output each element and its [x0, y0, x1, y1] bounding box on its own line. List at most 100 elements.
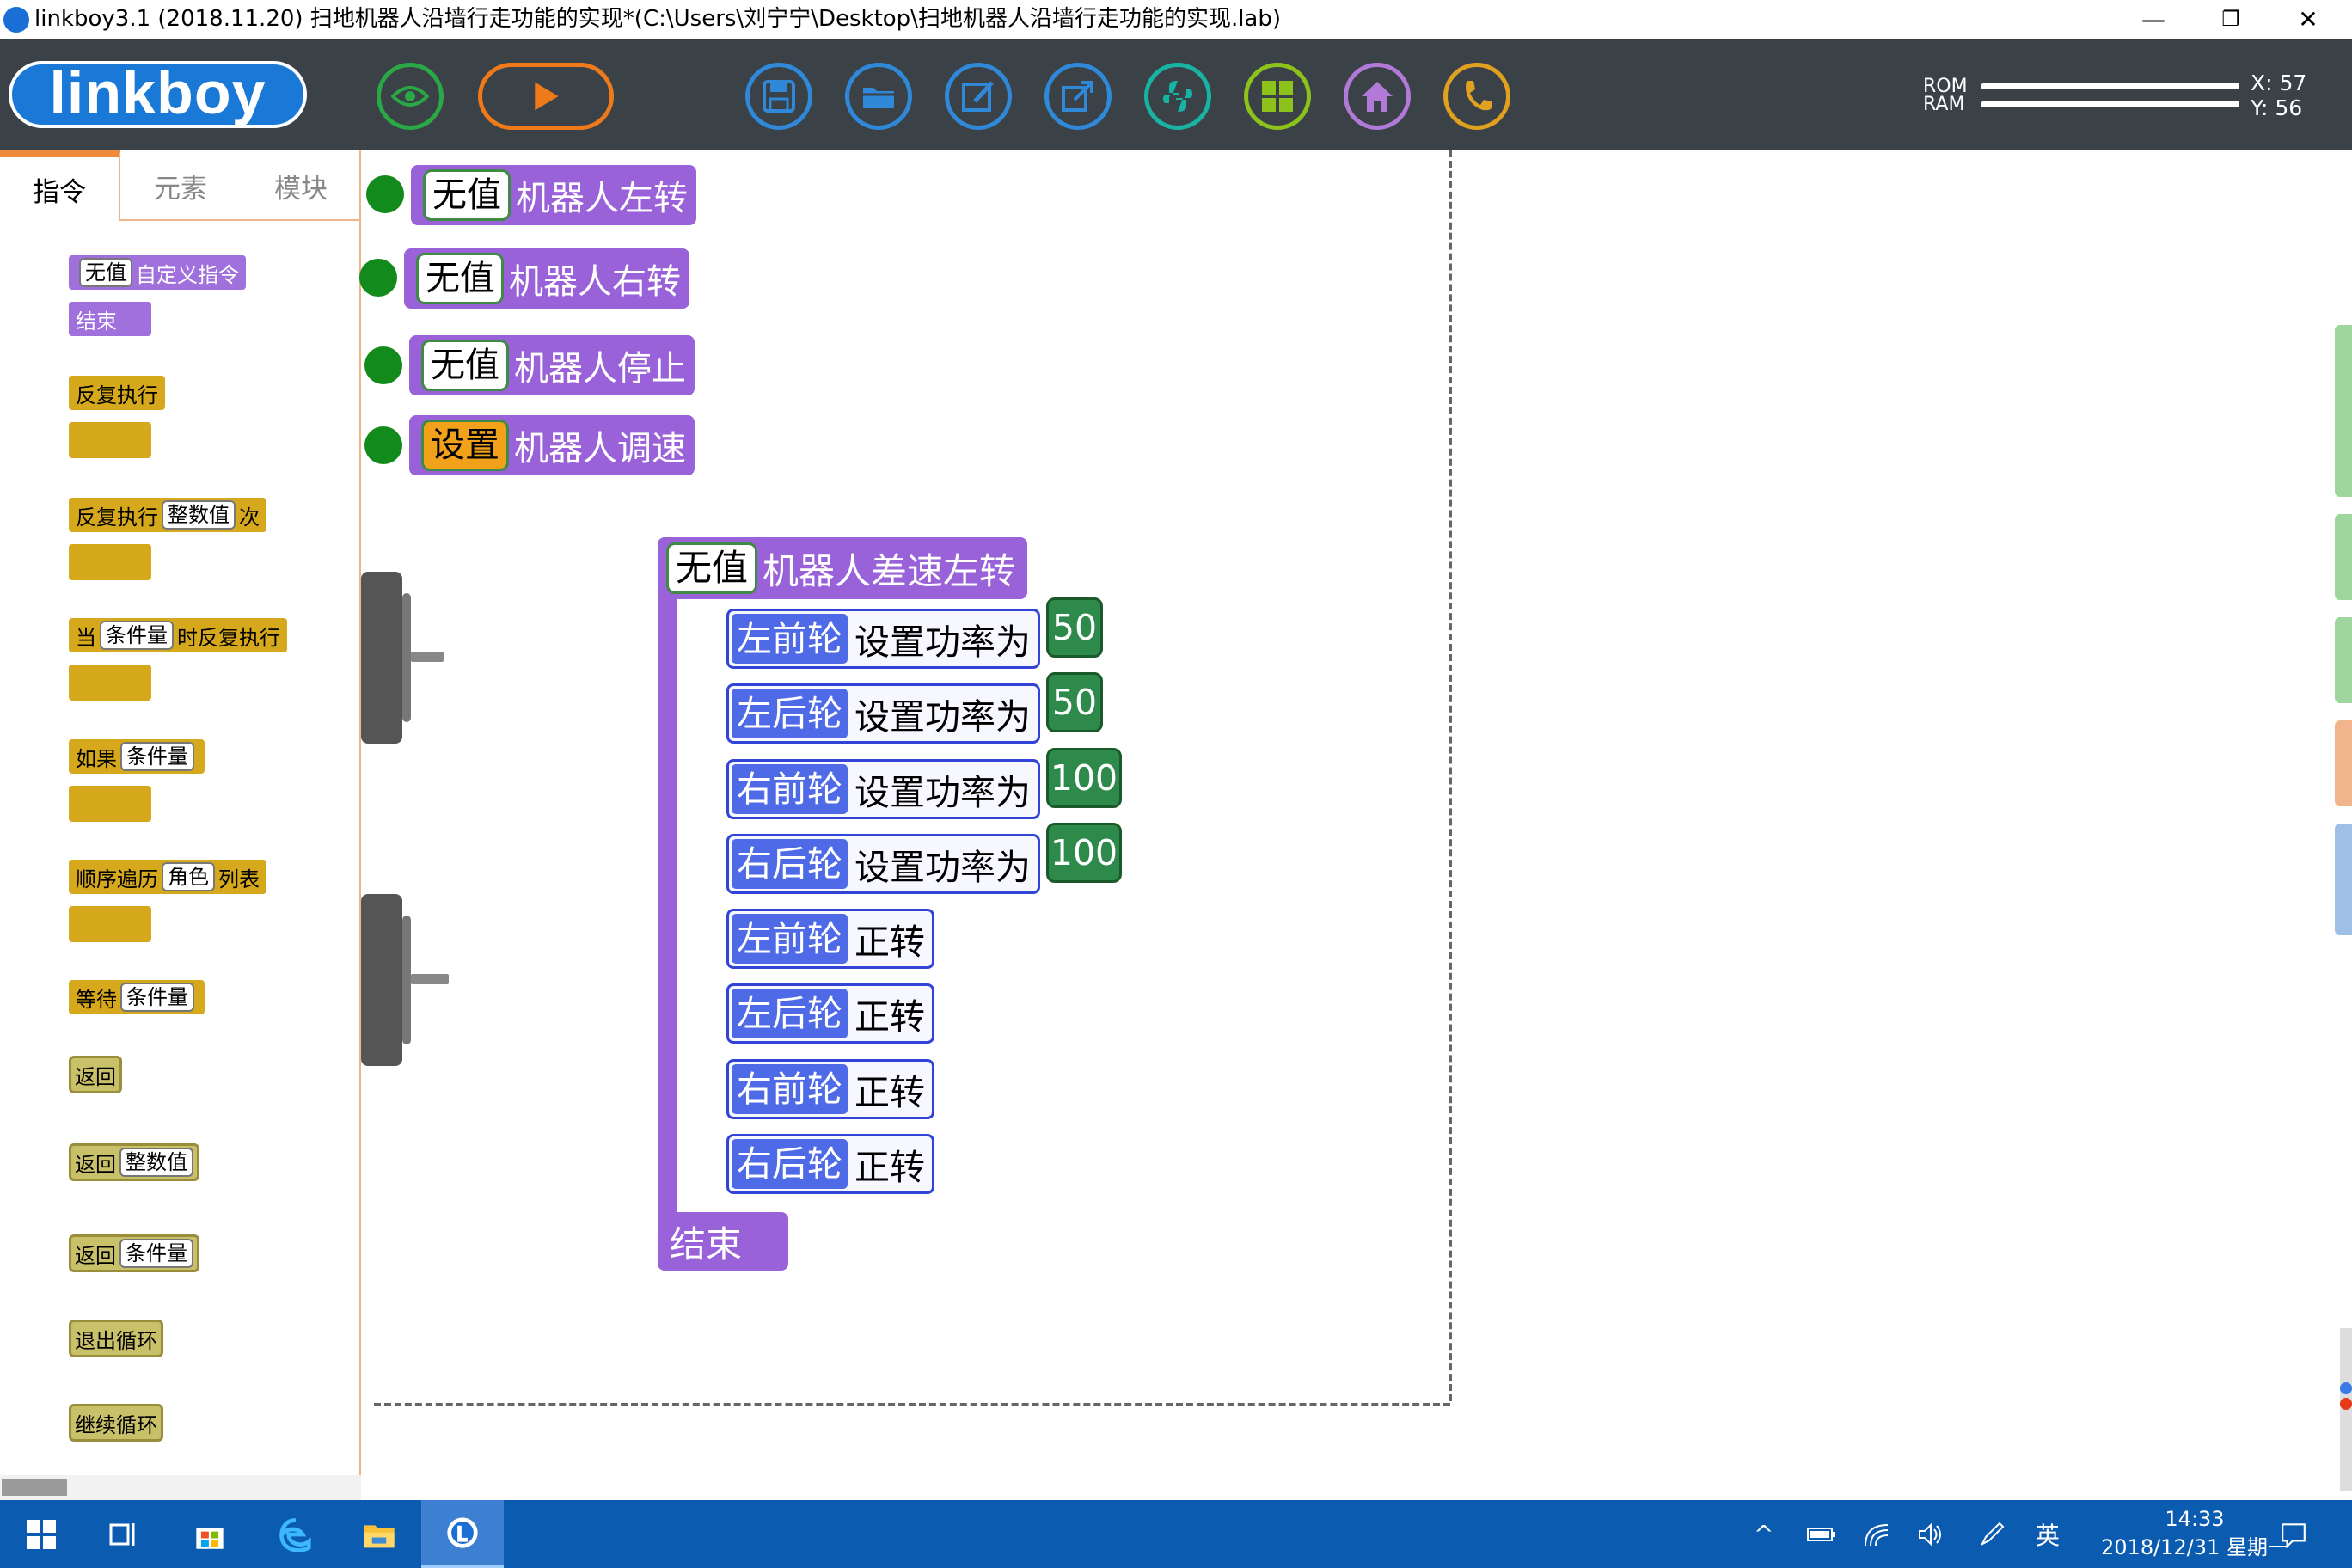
number-value-block[interactable]: 50: [1046, 597, 1103, 658]
restore-button[interactable]: ❐: [2192, 0, 2269, 39]
event-breakpoint-dot[interactable]: [364, 426, 402, 464]
event-block[interactable]: 无值 机器人右转: [404, 248, 689, 309]
event-label: 机器人左转: [516, 179, 688, 218]
return-integer-block[interactable]: 返回 整数值: [69, 1143, 199, 1181]
event-breakpoint-dot[interactable]: [359, 259, 397, 297]
number-value-block[interactable]: 100: [1046, 823, 1122, 883]
wheel-label: 左后轮: [732, 989, 848, 1038]
repeat-block-body: [69, 422, 151, 458]
tab-elements[interactable]: 元素: [120, 150, 241, 221]
module-strip[interactable]: [2335, 720, 2352, 806]
close-button[interactable]: ✕: [2269, 0, 2347, 39]
wait-block[interactable]: 等待 条件量: [69, 980, 205, 1014]
run-button[interactable]: [478, 63, 614, 130]
repeat-block[interactable]: 反复执行: [69, 376, 165, 410]
statement-action: 正转: [854, 1147, 925, 1188]
volume-icon[interactable]: [1917, 1500, 1943, 1568]
break-block[interactable]: 退出循环: [69, 1320, 163, 1357]
return-condition-block[interactable]: 返回 条件量: [69, 1234, 199, 1272]
function-end: 结束: [658, 1212, 788, 1271]
battery-icon[interactable]: [1807, 1500, 1836, 1568]
repeat-n-block-body: [69, 544, 151, 580]
statement-block[interactable]: 右后轮 设置功率为: [726, 834, 1040, 894]
motor-module[interactable]: [361, 894, 402, 1066]
y-coordinate: Y: 56: [2251, 95, 2303, 120]
tab-modules[interactable]: 模块: [241, 150, 361, 221]
function-block-spine: [658, 589, 677, 1242]
event-block[interactable]: 设置 机器人调速: [409, 415, 695, 475]
statement-block[interactable]: 左后轮 设置功率为: [726, 683, 1040, 744]
event-return-slot: 设置: [421, 420, 509, 471]
start-button[interactable]: [0, 1500, 83, 1568]
function-block[interactable]: 无值 机器人差速左转 左前轮 设置功率为 50 左后轮 设置功率为 50 右前轮…: [658, 537, 1122, 1271]
edit-icon[interactable]: [945, 63, 1012, 130]
pen-icon[interactable]: [1979, 1500, 2005, 1568]
event-block[interactable]: 无值 机器人左转: [411, 165, 696, 225]
file-explorer-button[interactable]: [338, 1500, 420, 1568]
while-suffix: 时反复执行: [177, 625, 280, 650]
statement-action: 设置功率为: [854, 847, 1031, 888]
system-clock[interactable]: 14:33 2018/12/31 星期一: [2087, 1505, 2302, 1562]
if-block[interactable]: 如果 条件量: [69, 739, 205, 774]
statement-block[interactable]: 右前轮 正转: [726, 1059, 934, 1119]
statement-block[interactable]: 右前轮 设置功率为: [726, 759, 1040, 819]
function-header[interactable]: 无值 机器人差速左转: [658, 537, 1028, 599]
minimize-button[interactable]: —: [2115, 0, 2192, 39]
wheel-label: 右前轮: [732, 764, 848, 814]
module-strip[interactable]: [2335, 514, 2352, 600]
show-hidden-icons[interactable]: ^: [1754, 1500, 1773, 1568]
input-method-indicator[interactable]: 英: [2036, 1500, 2060, 1568]
custom-command-end[interactable]: 结束: [69, 302, 151, 336]
phone-icon[interactable]: [1443, 63, 1510, 130]
return-condition-label: 返回: [75, 1243, 116, 1268]
wheel-label: 左前轮: [732, 914, 848, 964]
repeat-n-label: 反复执行: [76, 505, 158, 530]
foreach-block[interactable]: 顺序遍历 角色 列表: [69, 860, 266, 894]
action-center-icon[interactable]: [2280, 1500, 2307, 1568]
taskbar: ^ 英 14:33 2018/12/31 星期一: [0, 1500, 2352, 1568]
repeat-n-block[interactable]: 反复执行 整数值 次: [69, 498, 266, 532]
home-icon[interactable]: [1344, 63, 1411, 130]
tab-commands[interactable]: 指令: [0, 150, 120, 221]
store-button[interactable]: [168, 1500, 251, 1568]
event-breakpoint-dot[interactable]: [366, 175, 404, 213]
edge-button[interactable]: [254, 1500, 337, 1568]
number-value-block[interactable]: 50: [1046, 672, 1103, 732]
motor-module[interactable]: [361, 572, 402, 744]
event-block[interactable]: 无值 机器人停止: [409, 335, 695, 395]
network-icon[interactable]: [1864, 1500, 1890, 1568]
function-return-slot: 无值: [666, 542, 758, 594]
export-icon[interactable]: [1044, 63, 1112, 130]
module-strip[interactable]: [2335, 824, 2352, 935]
grid-icon[interactable]: [1244, 63, 1311, 130]
eye-icon[interactable]: [377, 63, 444, 130]
number-value-block[interactable]: 100: [1046, 748, 1122, 808]
statement-block[interactable]: 左前轮 设置功率为: [726, 609, 1040, 669]
event-return-slot: 无值: [416, 253, 504, 304]
statement-block[interactable]: 左后轮 正转: [726, 983, 934, 1044]
while-block[interactable]: 当 条件量 时反复执行: [69, 618, 287, 652]
task-view-button[interactable]: [83, 1500, 165, 1568]
custom-command-label: 自定义指令: [136, 262, 239, 287]
wheel-label: 左后轮: [732, 689, 848, 738]
module-strip[interactable]: [2335, 325, 2352, 497]
x-coordinate: X: 57: [2251, 70, 2307, 95]
canvas-vertical-scrollbar[interactable]: [2340, 1328, 2352, 1491]
statement-block[interactable]: 右后轮 正转: [726, 1134, 934, 1194]
return-block[interactable]: 返回: [69, 1056, 122, 1093]
if-label: 如果: [76, 746, 117, 771]
save-icon[interactable]: [745, 63, 812, 130]
module-strip[interactable]: [2335, 617, 2352, 703]
linkboy-taskbar-button[interactable]: [421, 1500, 504, 1568]
repeat-n-slot: 整数值: [162, 500, 236, 530]
open-folder-icon[interactable]: [845, 63, 912, 130]
if-block-body: [69, 786, 151, 822]
custom-command-block[interactable]: 无值 自定义指令: [69, 255, 246, 290]
python-icon[interactable]: [1144, 63, 1211, 130]
palette-scroll-thumb[interactable]: [2, 1479, 67, 1496]
statement-block[interactable]: 左前轮 正转: [726, 909, 934, 969]
continue-block[interactable]: 继续循环: [69, 1404, 163, 1442]
event-breakpoint-dot[interactable]: [364, 346, 402, 384]
linkboy-window: { "window":{"title":"linkboy3.1 (2018.11…: [0, 0, 2352, 1568]
motor-module-shaft: [411, 652, 444, 662]
